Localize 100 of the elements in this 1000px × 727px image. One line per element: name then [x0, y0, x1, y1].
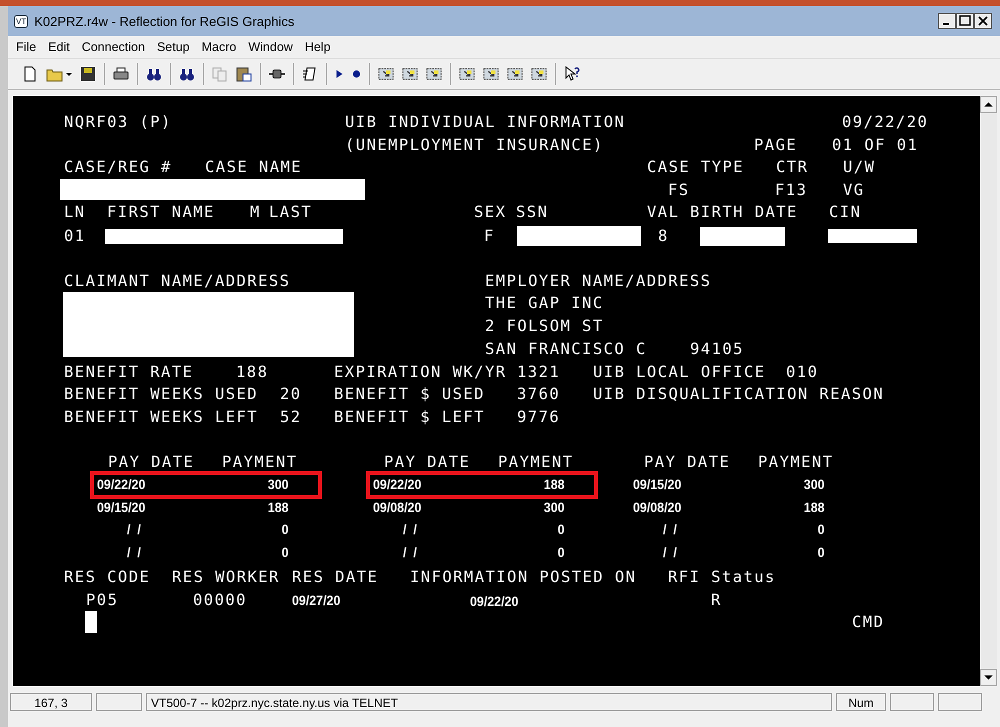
menu-item[interactable]: Edit	[42, 40, 76, 54]
save-icon[interactable]	[80, 66, 96, 82]
pay-date: / /	[127, 521, 141, 539]
payment-amount: 0	[558, 521, 565, 539]
maximize-button[interactable]	[956, 13, 974, 29]
pay-date: 09/15/20	[633, 476, 682, 494]
column-header: PAY DATE	[108, 453, 194, 471]
terminal-text: BENEFIT WEEKS USED	[64, 385, 258, 403]
scroll-up-button[interactable]	[980, 96, 997, 113]
terminal-text: VG	[843, 181, 865, 199]
binoculars-icon[interactable]	[179, 66, 195, 82]
binoculars-icon[interactable]	[146, 66, 162, 82]
window-title: K02PRZ.r4w - Reflection for ReGIS Graphics	[34, 14, 296, 28]
payment-amount: 188	[804, 499, 825, 517]
pay-date: / /	[403, 521, 417, 539]
terminal-text: SAN FRANCISCO C	[485, 340, 647, 358]
new-document-icon[interactable]	[22, 66, 38, 82]
terminal-text: BENEFIT $ USED	[334, 385, 485, 403]
scroll-down-button[interactable]	[980, 669, 997, 686]
menu-item[interactable]: Connection	[76, 40, 151, 54]
app-icon: VT	[14, 14, 28, 28]
payment-amount: 300	[544, 499, 565, 517]
terminal-text: 00000	[193, 591, 247, 609]
terminal-text: UIB INDIVIDUAL INFORMATION	[345, 113, 626, 131]
terminal-text: BENEFIT $ LEFT	[334, 408, 485, 426]
column-header: PAYMENT	[498, 453, 574, 471]
column-header: PAY DATE	[644, 453, 730, 471]
play-icon[interactable]	[335, 69, 344, 79]
terminal-text: F13	[775, 181, 808, 199]
payment-amount: 188	[544, 476, 565, 494]
terminal-text: RES DATE	[292, 568, 378, 586]
pay-date: 09/15/20	[97, 499, 146, 517]
terminal-text: PAGE	[754, 136, 798, 154]
terminal-text: FIRST NAME	[107, 203, 215, 221]
terminal-text: CIN	[829, 203, 862, 221]
terminal-text: (UNEMPLOYMENT INSURANCE)	[345, 136, 604, 154]
terminal-text: 8	[658, 227, 669, 245]
payment-amount: 188	[268, 499, 289, 517]
terminal-text: INFORMATION POSTED ON	[410, 568, 636, 586]
terminal-text: BIRTH DATE	[690, 203, 798, 221]
terminal-text: RFI Status	[668, 568, 776, 586]
status-text: 167, 3	[10, 693, 92, 711]
pay-date: / /	[127, 544, 141, 562]
terminal-text: 52	[280, 408, 302, 426]
terminal-text: EXPIRATION WK/YR	[334, 363, 507, 381]
pay-date: 09/22/20	[373, 476, 422, 494]
terminal-text: BENEFIT WEEKS LEFT	[64, 408, 258, 426]
record-icon[interactable]	[352, 69, 361, 79]
status-panel	[890, 693, 934, 711]
payment-amount: 300	[268, 476, 289, 494]
terminal-text: RES WORKER	[172, 568, 280, 586]
payment-amount: 0	[282, 521, 289, 539]
printer-icon[interactable]	[113, 66, 129, 82]
terminal-text: RES CODE	[64, 568, 150, 586]
terminal-text: 188	[236, 363, 268, 381]
column-header: PAYMENT	[758, 453, 834, 471]
terminal-text: LN	[64, 203, 86, 221]
menu-item[interactable]: Window	[242, 40, 299, 54]
pay-date: 09/08/20	[633, 499, 682, 517]
menu-item[interactable]: Help	[298, 40, 337, 54]
close-button[interactable]	[974, 13, 992, 29]
terminal-text: FS	[668, 181, 690, 199]
terminal-text: NQRF03 (P)	[64, 113, 172, 131]
terminal-text: UIB LOCAL OFFICE	[593, 363, 766, 381]
terminal-text: LAST	[269, 203, 312, 221]
note-icon[interactable]	[302, 66, 318, 82]
terminal-text: 01 OF 01	[832, 136, 918, 154]
terminal-text: M	[250, 203, 261, 221]
scrollbar[interactable]	[980, 96, 997, 686]
payment-amount: 0	[558, 544, 565, 562]
terminal-text: CTR	[776, 158, 808, 176]
terminal-text: U/W	[843, 158, 876, 176]
help-pointer-icon[interactable]	[564, 66, 580, 82]
terminal-text: SSN	[516, 203, 548, 221]
terminal-text: 1321	[517, 363, 560, 381]
pay-date: / /	[663, 544, 677, 562]
status-text: Num	[836, 693, 886, 711]
cursor-block	[85, 611, 97, 633]
terminal-text: 9776	[517, 408, 560, 426]
terminal-text: SEX	[474, 203, 506, 221]
terminal-text: BENEFIT RATE	[64, 363, 194, 381]
menu-item[interactable]: File	[10, 40, 42, 54]
terminal-text: UIB DISQUALIFICATION REASON	[593, 385, 884, 403]
terminal-text: EMPLOYER NAME/ADDRESS	[485, 272, 712, 290]
column-header: PAYMENT	[222, 453, 298, 471]
terminal-text: R	[711, 591, 722, 609]
pay-date: / /	[403, 544, 417, 562]
clipboard-icon[interactable]	[236, 66, 252, 82]
menu-item[interactable]: Setup	[150, 40, 196, 54]
pay-date: 09/22/20	[97, 476, 146, 494]
payment-amount: 0	[818, 521, 825, 539]
terminal-text: P05	[86, 591, 118, 609]
terminal-text: CASE NAME	[205, 158, 302, 176]
column-header: PAY DATE	[384, 453, 470, 471]
terminal-text: 010	[786, 363, 818, 381]
menu-item[interactable]: Macro	[196, 40, 242, 54]
minimize-button[interactable]	[938, 13, 956, 29]
status-text: VT500-7 -- k02prz.nyc.state.ny.us via TELNET	[146, 693, 832, 711]
pay-date: / /	[663, 521, 677, 539]
terminal-text: CLAIMANT NAME/ADDRESS	[64, 272, 290, 290]
